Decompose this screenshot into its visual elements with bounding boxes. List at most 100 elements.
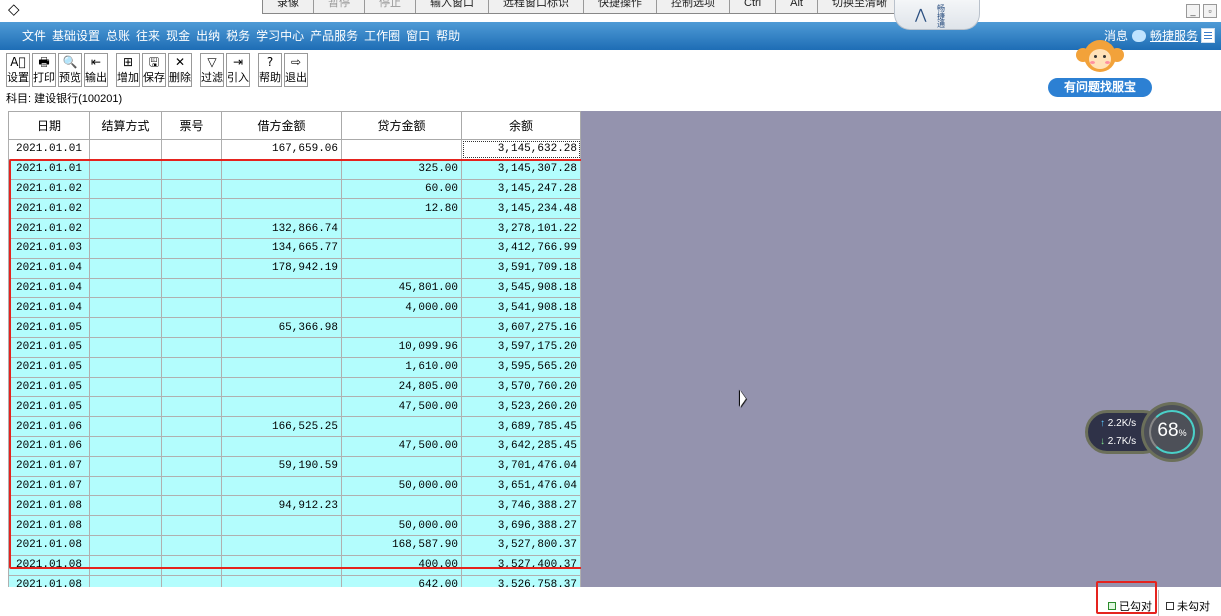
- balance-cell[interactable]: 3,689,785.45: [461, 416, 581, 437]
- credit-cell[interactable]: 1,610.00: [341, 356, 462, 378]
- balance-cell[interactable]: 3,642,285.45: [461, 435, 581, 457]
- settlement-cell[interactable]: [89, 218, 162, 239]
- settlement-cell[interactable]: [89, 534, 162, 556]
- voucher-number-cell[interactable]: [161, 336, 222, 358]
- debit-cell[interactable]: 132,866.74: [221, 218, 342, 239]
- debit-cell[interactable]: 167,659.06: [221, 139, 342, 160]
- table-row[interactable]: 2021.01.01 325.00 3,145,307.28: [8, 158, 581, 180]
- settlement-cell[interactable]: [89, 416, 162, 437]
- date-cell[interactable]: 2021.01.05: [8, 317, 90, 338]
- voucher-number-cell[interactable]: [161, 416, 222, 437]
- voucher-number-cell[interactable]: [161, 475, 222, 497]
- voucher-number-cell[interactable]: [161, 198, 222, 220]
- remote-bar-button[interactable]: Alt: [776, 0, 818, 13]
- table-row[interactable]: 2021.01.02 60.00 3,145,247.28: [8, 178, 581, 200]
- balance-cell[interactable]: 3,591,709.18: [461, 257, 581, 279]
- debit-cell[interactable]: 59,190.59: [221, 455, 342, 477]
- date-cell[interactable]: 2021.01.05: [8, 336, 90, 358]
- voucher-number-cell[interactable]: [161, 554, 222, 576]
- credit-cell[interactable]: 400.00: [341, 554, 462, 576]
- remote-bar-button[interactable]: 停止: [365, 0, 416, 13]
- table-row[interactable]: 2021.01.01 167,659.06 3,145,632.28: [8, 139, 581, 160]
- toolbar-button[interactable]: 🖫 保存: [142, 53, 166, 87]
- credit-cell[interactable]: 168,587.90: [341, 534, 462, 556]
- credit-cell[interactable]: 24,805.00: [341, 376, 462, 398]
- menu-item[interactable]: 产品服务: [310, 29, 358, 43]
- debit-cell[interactable]: [221, 534, 342, 556]
- credit-cell[interactable]: 642.00: [341, 574, 462, 587]
- debit-cell[interactable]: 94,912.23: [221, 495, 342, 517]
- balance-cell[interactable]: 3,145,307.28: [461, 158, 581, 180]
- credit-cell[interactable]: 47,500.00: [341, 396, 462, 418]
- toolbar-button[interactable]: ⇨ 退出: [284, 53, 308, 87]
- remote-bar-button[interactable]: 快捷操作: [584, 0, 657, 13]
- debit-cell[interactable]: 178,942.19: [221, 257, 342, 279]
- table-row[interactable]: 2021.01.02 12.80 3,145,234.48: [8, 198, 581, 220]
- table-row[interactable]: 2021.01.08 400.00 3,527,400.37: [8, 554, 581, 576]
- credit-cell[interactable]: 325.00: [341, 158, 462, 180]
- voucher-number-cell[interactable]: [161, 435, 222, 457]
- voucher-number-cell[interactable]: [161, 515, 222, 536]
- settlement-cell[interactable]: [89, 139, 162, 160]
- table-row[interactable]: 2021.01.08 50,000.00 3,696,388.27: [8, 515, 581, 536]
- credit-cell[interactable]: 45,801.00: [341, 277, 462, 299]
- settlement-cell[interactable]: [89, 554, 162, 576]
- table-row[interactable]: 2021.01.04 4,000.00 3,541,908.18: [8, 297, 581, 319]
- debit-cell[interactable]: [221, 158, 342, 180]
- settlement-cell[interactable]: [89, 356, 162, 378]
- help-banner-button[interactable]: 有问题找服宝: [1048, 78, 1152, 97]
- balance-cell[interactable]: 3,145,632.28: [461, 139, 581, 160]
- credit-cell[interactable]: [341, 237, 462, 259]
- date-cell[interactable]: 2021.01.05: [8, 396, 90, 418]
- credit-cell[interactable]: 12.80: [341, 198, 462, 220]
- date-cell[interactable]: 2021.01.08: [8, 574, 90, 587]
- date-cell[interactable]: 2021.01.04: [8, 277, 90, 299]
- date-cell[interactable]: 2021.01.02: [8, 218, 90, 239]
- balance-cell[interactable]: 3,746,388.27: [461, 495, 581, 517]
- balance-cell[interactable]: 3,701,476.04: [461, 455, 581, 477]
- balance-cell[interactable]: 3,527,400.37: [461, 554, 581, 576]
- debit-cell[interactable]: [221, 475, 342, 497]
- mascot-icon[interactable]: [1072, 40, 1128, 80]
- date-cell[interactable]: 2021.01.08: [8, 515, 90, 536]
- toolbar-button[interactable]: ? 帮助: [258, 53, 282, 87]
- date-cell[interactable]: 2021.01.01: [8, 158, 90, 180]
- voucher-number-cell[interactable]: [161, 139, 222, 160]
- table-row[interactable]: 2021.01.02 132,866.74 3,278,101.22: [8, 218, 581, 239]
- table-row[interactable]: 2021.01.07 59,190.59 3,701,476.04: [8, 455, 581, 477]
- date-cell[interactable]: 2021.01.06: [8, 435, 90, 457]
- voucher-number-cell[interactable]: [161, 396, 222, 418]
- menu-item[interactable]: 总账: [106, 29, 130, 43]
- debit-cell[interactable]: 65,366.98: [221, 317, 342, 338]
- remote-bar-button[interactable]: 输入窗口: [416, 0, 489, 13]
- menu-item[interactable]: 出纳: [196, 29, 220, 43]
- column-header[interactable]: 结算方式: [89, 111, 162, 140]
- credit-cell[interactable]: [341, 257, 462, 279]
- table-row[interactable]: 2021.01.06 47,500.00 3,642,285.45: [8, 435, 581, 457]
- date-cell[interactable]: 2021.01.08: [8, 554, 90, 576]
- menu-item[interactable]: 基础设置: [52, 29, 100, 43]
- balance-cell[interactable]: 3,545,908.18: [461, 277, 581, 299]
- table-row[interactable]: 2021.01.08 642.00 3,526,758.37: [8, 574, 581, 587]
- voucher-number-cell[interactable]: [161, 218, 222, 239]
- debit-cell[interactable]: [221, 376, 342, 398]
- balance-cell[interactable]: 3,570,760.20: [461, 376, 581, 398]
- credit-cell[interactable]: [341, 218, 462, 239]
- credit-cell[interactable]: 60.00: [341, 178, 462, 200]
- table-row[interactable]: 2021.01.05 65,366.98 3,607,275.16: [8, 317, 581, 338]
- table-row[interactable]: 2021.01.07 50,000.00 3,651,476.04: [8, 475, 581, 497]
- date-cell[interactable]: 2021.01.05: [8, 376, 90, 398]
- chat-icon[interactable]: [1131, 29, 1146, 42]
- debit-cell[interactable]: [221, 198, 342, 220]
- table-row[interactable]: 2021.01.04 45,801.00 3,545,908.18: [8, 277, 581, 299]
- balance-cell[interactable]: 3,526,758.37: [461, 574, 581, 587]
- table-row[interactable]: 2021.01.04 178,942.19 3,591,709.18: [8, 257, 581, 279]
- column-header[interactable]: 票号: [161, 111, 222, 140]
- voucher-number-cell[interactable]: [161, 317, 222, 338]
- voucher-number-cell[interactable]: [161, 574, 222, 587]
- settlement-cell[interactable]: [89, 515, 162, 536]
- balance-cell[interactable]: 3,541,908.18: [461, 297, 581, 319]
- document-icon[interactable]: [1201, 28, 1215, 43]
- date-cell[interactable]: 2021.01.01: [8, 139, 90, 160]
- menu-item[interactable]: 税务: [226, 29, 250, 43]
